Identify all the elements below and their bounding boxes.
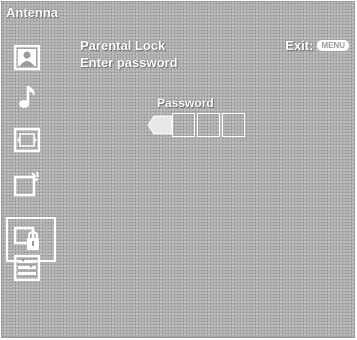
parental-lock-icon[interactable] [14,226,40,252]
screen-icon[interactable] [14,127,40,153]
password-digit-2[interactable] [172,113,195,137]
features-icon[interactable] [14,171,40,197]
page-title: Parental Lock [80,38,166,53]
password-digit-3[interactable] [197,113,220,137]
password-digit-1[interactable] [147,113,173,137]
input-source-label: Antenna [6,5,58,20]
exit-hint: Exit: MENU [285,38,349,53]
password-field[interactable] [147,113,245,137]
menu-key-badge[interactable]: MENU [317,40,349,51]
password-digit-4[interactable] [222,113,245,137]
page-subtitle: Enter password [80,55,178,70]
exit-label: Exit: [285,38,314,53]
setup-icon[interactable] [14,255,40,281]
osd-menu-window: Antenna Parental Lock Enter password Exi… [1,1,355,338]
sound-icon[interactable] [14,84,40,110]
password-label: Password [157,96,214,110]
picture-icon[interactable] [14,45,40,71]
